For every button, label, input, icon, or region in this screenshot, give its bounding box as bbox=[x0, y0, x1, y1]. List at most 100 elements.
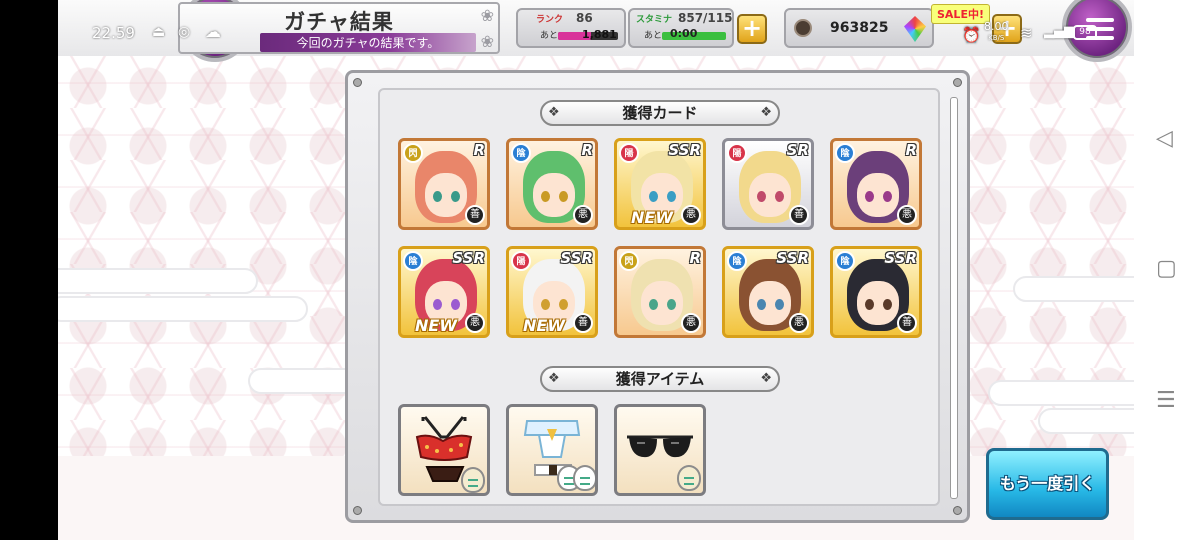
diamond-icon: ❖ bbox=[760, 105, 772, 120]
title-plate: ガチャ結果 今回のガチャの結果です。 ❀ ❀ bbox=[178, 2, 500, 54]
upload-icon: ⏏ bbox=[152, 24, 166, 40]
character-eye bbox=[451, 191, 460, 202]
element-badge-icon: 閃 bbox=[403, 143, 423, 163]
character-eye bbox=[757, 191, 766, 202]
result-list[interactable]: ❖ 獲得カード ❖ R 閃善 R 陰悪 SSR 陽悪 NEW SR 陽善 R 陰悪 SSR 陰悪 NEW S… bbox=[378, 88, 940, 506]
rarity-label: R bbox=[581, 141, 593, 159]
character-face bbox=[425, 173, 467, 217]
character-eye bbox=[433, 191, 442, 202]
screw-icon bbox=[953, 78, 962, 87]
sale-badge[interactable]: SALE中! bbox=[931, 4, 990, 24]
item-slot[interactable] bbox=[398, 404, 490, 496]
character-eye bbox=[667, 191, 676, 202]
character-eye bbox=[649, 191, 658, 202]
diamond-icon: ❖ bbox=[548, 105, 560, 120]
affiliation-badge-icon: 悪 bbox=[681, 313, 701, 333]
rarity-label: SSR bbox=[884, 249, 917, 267]
coin-icon bbox=[794, 19, 812, 37]
character-face bbox=[533, 173, 575, 217]
character-eye bbox=[883, 191, 892, 202]
cards-section-header: ❖ 獲得カード ❖ bbox=[540, 100, 780, 126]
coins-value: 963825 bbox=[830, 20, 889, 36]
affiliation-badge-icon: 善 bbox=[573, 313, 593, 333]
draw-again-button[interactable]: もう一度引く bbox=[986, 448, 1109, 520]
net-speed-unit: KB/S bbox=[988, 34, 1005, 42]
character-face bbox=[749, 281, 791, 325]
cloud-icon: ☁ bbox=[205, 22, 221, 41]
character-card[interactable]: SSR 陰善 bbox=[830, 246, 922, 338]
stamina-remain-label: あと bbox=[644, 31, 663, 41]
scrollbar[interactable] bbox=[950, 97, 958, 499]
stamina-remain-value: 0:00 bbox=[670, 27, 698, 40]
character-face bbox=[641, 281, 683, 325]
instagram-icon: ◎ bbox=[178, 24, 191, 40]
diamond-icon: ❖ bbox=[760, 371, 772, 386]
element-badge-icon: 陰 bbox=[403, 251, 423, 271]
character-card[interactable]: SSR 陰悪 NEW bbox=[398, 246, 490, 338]
nav-menu-icon[interactable]: ☰ bbox=[1156, 388, 1176, 413]
top-header: ガチャ結果 今回のガチャの結果です。 ❀ ❀ ランク 86 あと 1,881 ス… bbox=[0, 0, 1200, 62]
cloud-decoration bbox=[1013, 276, 1134, 302]
stamina-plus-button[interactable]: + bbox=[737, 14, 767, 44]
cloud-decoration bbox=[58, 296, 308, 322]
stamina-value: 857/115 bbox=[678, 11, 733, 25]
character-eye bbox=[541, 299, 550, 310]
character-eye bbox=[541, 191, 550, 202]
character-eye bbox=[667, 299, 676, 310]
character-card[interactable]: SR 陽善 bbox=[722, 138, 814, 230]
character-card[interactable]: R 陰悪 bbox=[830, 138, 922, 230]
chibi-icon bbox=[677, 465, 701, 491]
items-section-title: 獲得アイテム bbox=[615, 370, 705, 388]
new-badge: NEW bbox=[631, 208, 673, 227]
screw-icon bbox=[353, 78, 362, 87]
rarity-label: R bbox=[689, 249, 701, 267]
screw-icon bbox=[953, 506, 962, 515]
cards-section-title: 獲得カード bbox=[622, 104, 698, 122]
affiliation-badge-icon: 悪 bbox=[789, 313, 809, 333]
affiliation-badge-icon: 善 bbox=[897, 313, 917, 333]
rarity-label: SSR bbox=[776, 249, 809, 267]
nav-home-icon[interactable]: ▢ bbox=[1156, 256, 1177, 281]
chibi-icon bbox=[573, 465, 595, 491]
screw-icon bbox=[353, 506, 362, 515]
net-speed-value: 8.00 bbox=[984, 20, 1009, 33]
character-card[interactable]: R 陰悪 bbox=[506, 138, 598, 230]
character-card[interactable]: SSR 陰悪 bbox=[722, 246, 814, 338]
gacha-result-panel: ❖ 獲得カード ❖ R 閃善 R 陰悪 SSR 陽悪 NEW SR 陽善 R 陰悪 SSR 陰悪 NEW S… bbox=[345, 70, 970, 523]
rarity-label: SR bbox=[786, 141, 809, 159]
element-badge-icon: 陽 bbox=[727, 143, 747, 163]
net-speed: 8.00 KB/S bbox=[984, 20, 1009, 43]
character-eye bbox=[865, 299, 874, 310]
cloud-decoration bbox=[58, 268, 258, 294]
flower-ornament-icon: ❀ bbox=[480, 32, 494, 51]
element-badge-icon: 陰 bbox=[835, 143, 855, 163]
character-card[interactable]: SSR 陽善 NEW bbox=[506, 246, 598, 338]
stamina-label: スタミナ bbox=[636, 15, 673, 25]
character-card[interactable]: R 閃善 bbox=[398, 138, 490, 230]
element-badge-icon: 陽 bbox=[511, 251, 531, 271]
character-eye bbox=[775, 191, 784, 202]
character-face bbox=[857, 173, 899, 217]
cloud-decoration bbox=[1038, 408, 1134, 434]
character-eye bbox=[757, 299, 766, 310]
signal-icon: ▂▄▆ bbox=[1044, 24, 1074, 39]
element-badge-icon: 陰 bbox=[511, 143, 531, 163]
rarity-label: R bbox=[473, 141, 485, 159]
status-time: 22.59 bbox=[92, 24, 135, 42]
item-slot[interactable] bbox=[614, 404, 706, 496]
character-card[interactable]: SSR 陽悪 NEW bbox=[614, 138, 706, 230]
cloud-decoration bbox=[988, 380, 1134, 406]
character-eye bbox=[559, 299, 568, 310]
affiliation-badge-icon: 悪 bbox=[465, 313, 485, 333]
character-eye bbox=[649, 299, 658, 310]
nav-back-icon[interactable]: ◁ bbox=[1156, 126, 1173, 151]
rarity-label: SSR bbox=[560, 249, 593, 267]
character-eye bbox=[433, 299, 442, 310]
element-badge-icon: 陰 bbox=[727, 251, 747, 271]
android-nav-bar: ◁ ▢ ☰ bbox=[1134, 0, 1200, 540]
character-card[interactable]: R 閃悪 bbox=[614, 246, 706, 338]
item-slot[interactable] bbox=[506, 404, 598, 496]
rarity-label: SSR bbox=[668, 141, 701, 159]
new-badge: NEW bbox=[415, 316, 457, 335]
rank-panel: ランク 86 あと 1,881 bbox=[516, 8, 626, 48]
